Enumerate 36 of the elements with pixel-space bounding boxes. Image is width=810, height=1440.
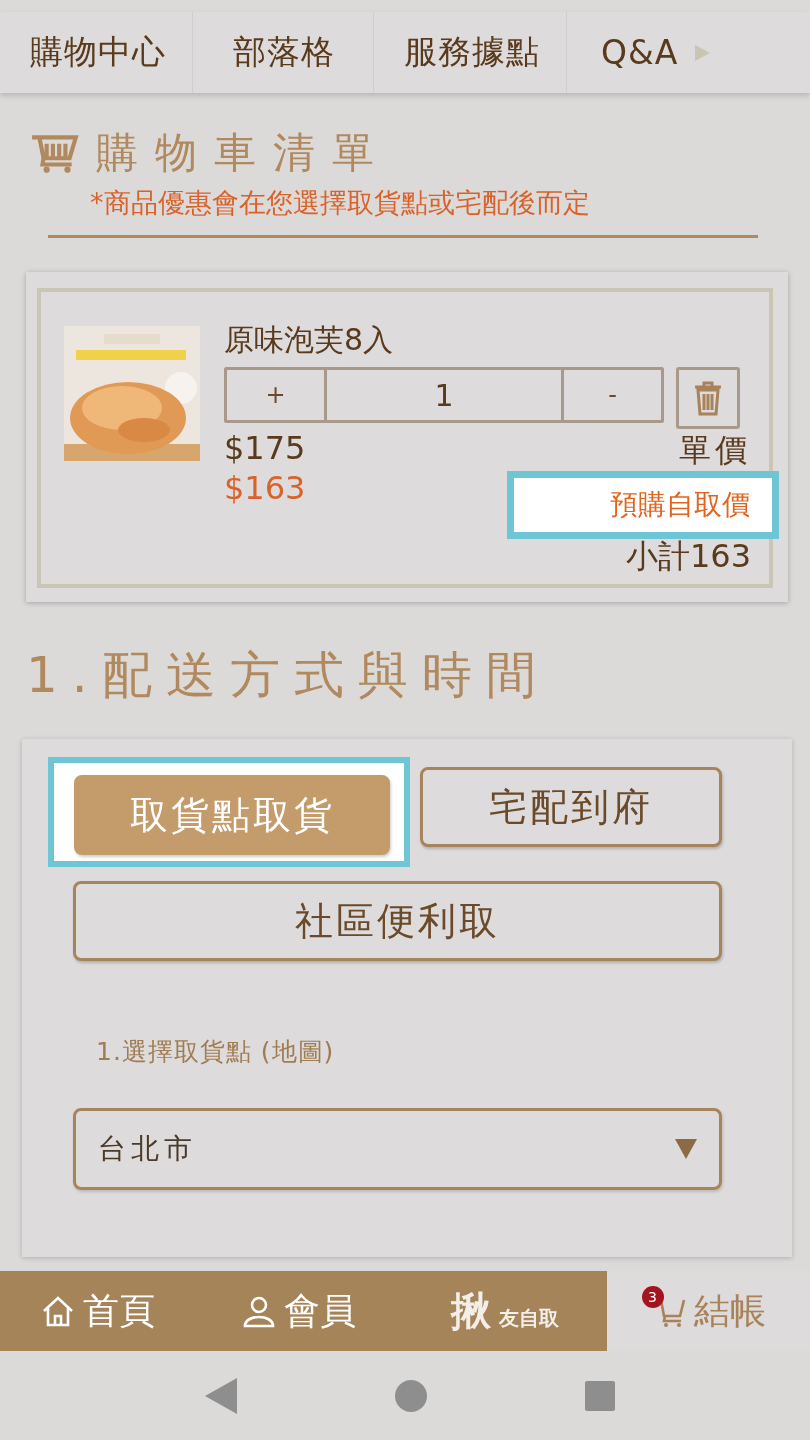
cart-count-badge: 3 <box>641 1286 664 1308</box>
delete-button[interactable] <box>676 367 740 429</box>
increase-button[interactable]: + <box>224 367 324 423</box>
tab-bar-item[interactable]: 首頁 <box>0 1271 195 1351</box>
quantity-field[interactable]: 1 <box>324 367 564 423</box>
tab-label: 會員 <box>283 1288 356 1333</box>
logo-text: 友自取 <box>498 1304 559 1332</box>
notice-text: *商品優惠會在您選擇取貨點或宅配後而定 <box>90 186 591 220</box>
tab-bar-item[interactable]: 揪 友自取 <box>402 1271 607 1351</box>
section-heading: 1.配送方式與時間 <box>26 645 551 706</box>
pickup-label: 1.選擇取貨點 (地圖) <box>96 1036 336 1068</box>
page-title: 購物車清單 <box>96 127 391 179</box>
nav-link[interactable]: 服務據點 <box>374 12 567 93</box>
subtotal-text: 小計163 <box>625 537 751 575</box>
home-button-icon[interactable] <box>395 1379 427 1412</box>
unit-price-label: 單價 <box>678 431 751 469</box>
back-icon[interactable] <box>205 1377 237 1414</box>
nav-link[interactable]: 部落格 <box>193 12 374 93</box>
tooltip: 預購自取價 <box>507 471 779 539</box>
user-icon <box>241 1294 276 1328</box>
trash-icon <box>693 380 723 416</box>
nav-link[interactable]: Q&A <box>567 12 693 93</box>
product-name: 原味泡芙8入 <box>224 321 395 359</box>
recents-icon[interactable] <box>585 1380 615 1411</box>
original-price: $175 <box>224 429 306 467</box>
delivery-option[interactable]: 社區便利取 <box>73 881 722 961</box>
city-select[interactable]: 台北市 <box>73 1108 722 1190</box>
tab-bar-item[interactable]: 會員 <box>195 1271 402 1351</box>
nav-link[interactable]: 購物中心 <box>0 12 193 93</box>
discount-price: $163 <box>224 469 306 507</box>
delivery-option[interactable]: 宅配到府 <box>420 767 722 847</box>
decrease-button[interactable]: - <box>564 367 664 423</box>
tab-label: 首頁 <box>82 1288 155 1333</box>
tab-label: 結帳 <box>693 1288 766 1333</box>
logo-text: 揪 <box>450 1286 491 1336</box>
dropdown-icon <box>675 1139 697 1159</box>
